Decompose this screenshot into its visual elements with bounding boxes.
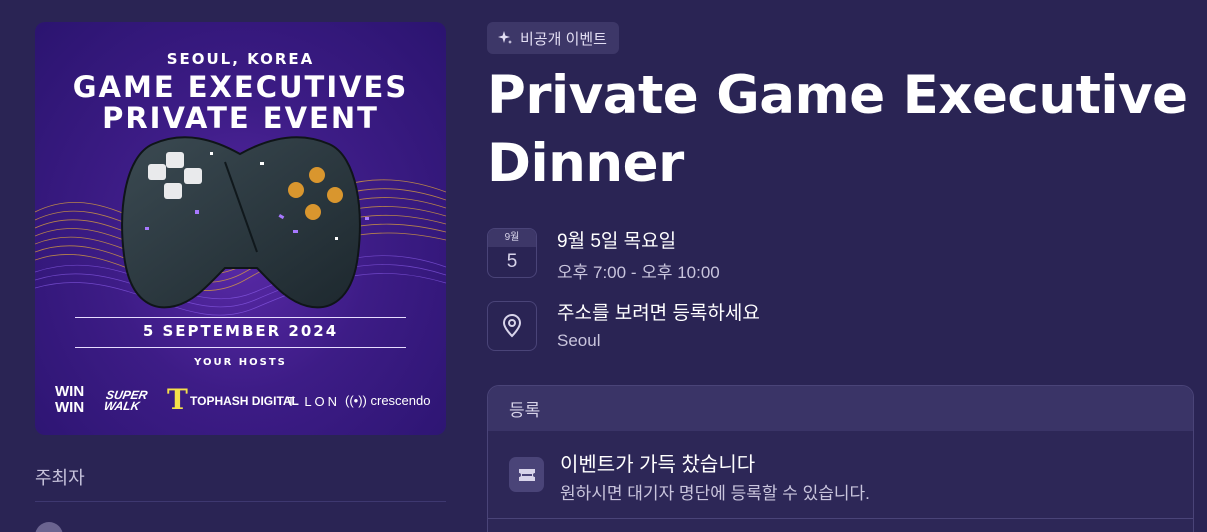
location-icon-box	[487, 301, 537, 351]
hosts-section-label: 주최자	[35, 468, 85, 488]
event-date: 9월 5일 목요일	[557, 231, 677, 252]
cover-rule-bottom	[75, 347, 406, 348]
cover-date: 5 SEPTEMBER 2024	[142, 322, 339, 340]
cover-city: SEOUL, KOREA	[166, 50, 315, 68]
badge-label: 비공개 이벤트	[520, 30, 607, 48]
superwalk-logo: SUPER WALK	[102, 388, 149, 413]
calendar-icon: 9월 5	[487, 228, 537, 278]
ticket-icon-box	[509, 457, 544, 492]
crescendo-logo: ((•)) crescendo	[345, 393, 431, 408]
cover-headline-line2: PRIVATE EVENT	[102, 101, 379, 135]
event-time: 오후 7:00 - 오후 10:00	[557, 263, 720, 282]
cover-hosts-label: YOUR HOSTS	[194, 357, 287, 368]
waitlist-message: 원하시면 대기자 명단에 등록할 수 있습니다.	[560, 484, 870, 503]
cover-headline-line1: GAME EXECUTIVES	[72, 70, 409, 104]
private-event-badge: 비공개 이벤트	[487, 22, 619, 54]
tophash-logo: TOPHASH DIGITAL	[190, 394, 299, 408]
cover-rule-top	[75, 317, 406, 318]
tophash-mark-logo: T	[167, 383, 188, 416]
registration-header-label: 등록	[509, 401, 541, 420]
location-prompt[interactable]: 주소를 보려면 등록하세요	[557, 298, 760, 325]
registration-divider	[488, 518, 1193, 519]
host-row[interactable]	[35, 518, 446, 532]
location-city: Seoul	[557, 331, 601, 350]
event-title: Private Game Executive Dinner	[487, 65, 1188, 194]
host-logos: WIN WIN SUPER WALK T TOPHASH DIGITAL T L…	[53, 384, 433, 418]
talon-logo: T LON	[287, 394, 341, 409]
sparkle-icon	[498, 31, 512, 44]
event-cover-image: SEOUL, KOREA GAME EXECUTIVES PRIVATE EVE…	[35, 22, 446, 435]
avatar	[35, 522, 63, 532]
registration-header: 등록	[488, 386, 1193, 431]
broadcast-icon: ((•))	[345, 393, 367, 408]
registration-card: 등록 이벤트가 가득 찼습니다 원하시면 대기자 명단에 등록할 수 있습니다.	[487, 385, 1194, 532]
winwin-logo: WIN WIN	[55, 383, 85, 416]
hosts-divider	[35, 501, 446, 502]
event-full-title: 이벤트가 가득 찼습니다	[560, 454, 756, 476]
calendar-day: 5	[506, 251, 518, 272]
ticket-icon	[518, 468, 535, 481]
calendar-month: 9월	[488, 229, 536, 247]
map-pin-icon	[502, 314, 522, 338]
